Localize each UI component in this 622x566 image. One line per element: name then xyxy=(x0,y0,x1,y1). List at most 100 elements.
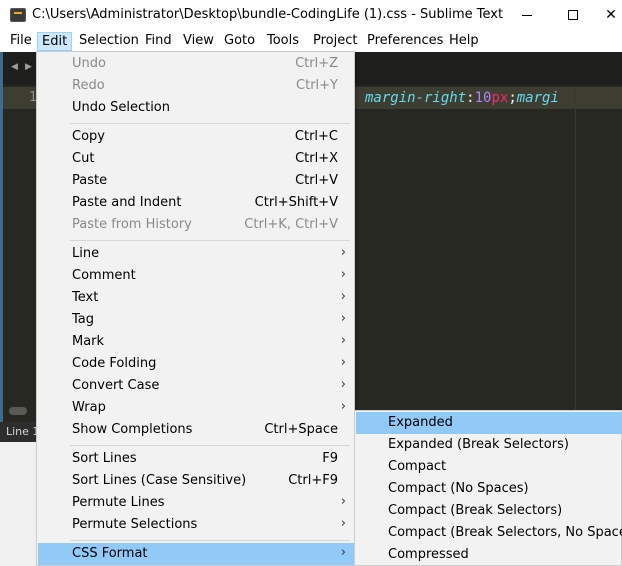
menu-item-wrap[interactable]: Wrap › xyxy=(38,397,354,419)
submenu-arrow-icon: › xyxy=(340,289,346,304)
submenu-item-expanded[interactable]: Expanded xyxy=(356,412,622,434)
submenu-item-label: Compact xyxy=(388,459,447,474)
submenu-arrow-icon: › xyxy=(340,355,346,370)
menu-help[interactable]: Help xyxy=(445,32,483,51)
submenu-item-label: Compressed xyxy=(388,547,469,562)
submenu-item-label: Compact (Break Selectors, No Spaces) xyxy=(388,525,622,540)
menu-item-comment[interactable]: Comment › xyxy=(38,265,354,287)
submenu-arrow-icon: › xyxy=(340,267,346,282)
menu-item-sort-lines-case-sensitive[interactable]: Sort Lines (Case Sensitive) Ctrl+F9 xyxy=(38,470,354,492)
submenu-item-compressed[interactable]: Compressed xyxy=(356,544,622,566)
menu-item-label: Paste and Indent xyxy=(72,195,182,210)
menu-preferences[interactable]: Preferences xyxy=(363,32,447,51)
window-title: C:\Users\Administrator\Desktop\bundle-Co… xyxy=(32,7,504,22)
menu-item-css-format[interactable]: CSS Format › xyxy=(38,543,354,565)
menu-item-sort-lines[interactable]: Sort Lines F9 xyxy=(38,448,354,470)
submenu-item-compact-break-selectors[interactable]: Compact (Break Selectors) xyxy=(356,500,622,522)
menu-item-label: Cut xyxy=(72,151,95,166)
menu-goto[interactable]: Goto xyxy=(220,32,259,51)
menu-item-paste-and-indent[interactable]: Paste and Indent Ctrl+Shift+V xyxy=(38,192,354,214)
menu-item-text[interactable]: Text › xyxy=(38,287,354,309)
menu-item-shortcut: Ctrl+Space xyxy=(264,422,338,437)
menu-item-shortcut: Ctrl+Y xyxy=(296,78,338,93)
edit-menu: Undo Ctrl+Z Redo Ctrl+Y Undo Selection Cop… xyxy=(36,51,355,566)
submenu-item-label: Expanded xyxy=(388,415,453,430)
menu-item-label: Sort Lines (Case Sensitive) xyxy=(72,473,247,488)
menu-item-label: Comment xyxy=(72,268,136,283)
css-format-submenu: Expanded Expanded (Break Selectors) Comp… xyxy=(354,410,622,566)
menu-item-label: Show Completions xyxy=(72,422,193,437)
close-button[interactable]: ✕ xyxy=(596,0,622,30)
horizontal-scrollbar[interactable] xyxy=(9,407,27,415)
css-property-partial: margi xyxy=(516,90,559,106)
menu-item-undo[interactable]: Undo Ctrl+Z xyxy=(38,53,354,75)
menu-separator xyxy=(70,445,350,446)
css-colon: : xyxy=(466,90,475,106)
menu-item-shortcut: Ctrl+K, Ctrl+V xyxy=(244,217,338,232)
menu-item-label: Paste xyxy=(72,173,108,188)
menu-item-label: Paste from History xyxy=(72,217,192,232)
menu-item-label: Undo xyxy=(72,56,106,71)
submenu-arrow-icon: › xyxy=(340,333,346,348)
menu-item-label: Undo Selection xyxy=(72,100,171,115)
menu-project[interactable]: Project xyxy=(309,32,361,51)
submenu-item-compact-break-selectors-no-spaces[interactable]: Compact (Break Selectors, No Spaces) xyxy=(356,522,622,544)
menu-tools[interactable]: Tools xyxy=(263,32,303,51)
menu-item-shortcut: Ctrl+Z xyxy=(295,56,338,71)
menu-item-paste-from-history[interactable]: Paste from History Ctrl+K, Ctrl+V xyxy=(38,214,354,236)
css-unit: px xyxy=(491,90,509,106)
menu-find[interactable]: Find xyxy=(141,32,176,51)
menu-item-paste[interactable]: Paste Ctrl+V xyxy=(38,170,354,192)
maximize-icon xyxy=(568,10,578,20)
menu-item-label: Wrap xyxy=(72,400,106,415)
menu-item-shortcut: Ctrl+C xyxy=(294,129,338,144)
menu-item-copy[interactable]: Copy Ctrl+C xyxy=(38,126,354,148)
submenu-arrow-icon: › xyxy=(340,377,346,392)
status-line-position: Line 1 xyxy=(6,425,40,438)
menu-item-label: Text xyxy=(72,290,99,305)
tab-left-arrow-icon[interactable]: ◀ xyxy=(11,62,18,72)
menu-item-label: Copy xyxy=(72,129,105,144)
submenu-item-expanded-break-selectors[interactable]: Expanded (Break Selectors) xyxy=(356,434,622,456)
menu-item-shortcut: F9 xyxy=(322,451,338,466)
menu-bar: File Edit Selection Find View Goto Tools… xyxy=(0,30,622,52)
maximize-button[interactable] xyxy=(550,0,596,30)
menu-item-permute-lines[interactable]: Permute Lines › xyxy=(38,492,354,514)
menu-item-redo[interactable]: Redo Ctrl+Y xyxy=(38,75,354,97)
menu-item-label: Convert Case xyxy=(72,378,160,393)
menu-item-line[interactable]: Line › xyxy=(38,243,354,265)
menu-item-convert-case[interactable]: Convert Case › xyxy=(38,375,354,397)
submenu-arrow-icon: › xyxy=(340,494,346,509)
menu-file[interactable]: File xyxy=(6,32,36,51)
css-number: 10 xyxy=(474,90,492,106)
menu-separator xyxy=(70,540,350,541)
tab-right-arrow-icon[interactable]: ▶ xyxy=(25,62,32,72)
submenu-arrow-icon: › xyxy=(340,399,346,414)
menu-item-shortcut: Ctrl+Shift+V xyxy=(254,195,338,210)
sublime-text-app-icon xyxy=(10,8,26,22)
menu-item-tag[interactable]: Tag › xyxy=(38,309,354,331)
menu-selection[interactable]: Selection xyxy=(75,32,143,51)
menu-item-label: Sort Lines xyxy=(72,451,137,466)
menu-item-cut[interactable]: Cut Ctrl+X xyxy=(38,148,354,170)
code-line-1[interactable]: margin-right:10px;margi xyxy=(365,90,559,106)
menu-item-show-completions[interactable]: Show Completions Ctrl+Space xyxy=(38,419,354,441)
submenu-arrow-icon: › xyxy=(340,245,346,260)
submenu-item-compact[interactable]: Compact xyxy=(356,456,622,478)
menu-item-label: Permute Lines xyxy=(72,495,165,510)
minimap-divider xyxy=(575,87,576,427)
submenu-item-label: Compact (Break Selectors) xyxy=(388,503,563,518)
menu-item-undo-selection[interactable]: Undo Selection xyxy=(38,97,354,119)
submenu-arrow-icon: › xyxy=(340,311,346,326)
submenu-item-label: Expanded (Break Selectors) xyxy=(388,437,569,452)
submenu-item-compact-no-spaces[interactable]: Compact (No Spaces) xyxy=(356,478,622,500)
minimize-icon xyxy=(522,14,532,16)
menu-item-label: Redo xyxy=(72,78,105,93)
menu-item-code-folding[interactable]: Code Folding › xyxy=(38,353,354,375)
menu-item-permute-selections[interactable]: Permute Selections › xyxy=(38,514,354,536)
menu-item-shortcut: Ctrl+F9 xyxy=(288,473,338,488)
minimize-button[interactable] xyxy=(504,0,550,30)
menu-view[interactable]: View xyxy=(179,32,218,51)
menu-edit[interactable]: Edit xyxy=(37,32,73,51)
menu-item-mark[interactable]: Mark › xyxy=(38,331,354,353)
